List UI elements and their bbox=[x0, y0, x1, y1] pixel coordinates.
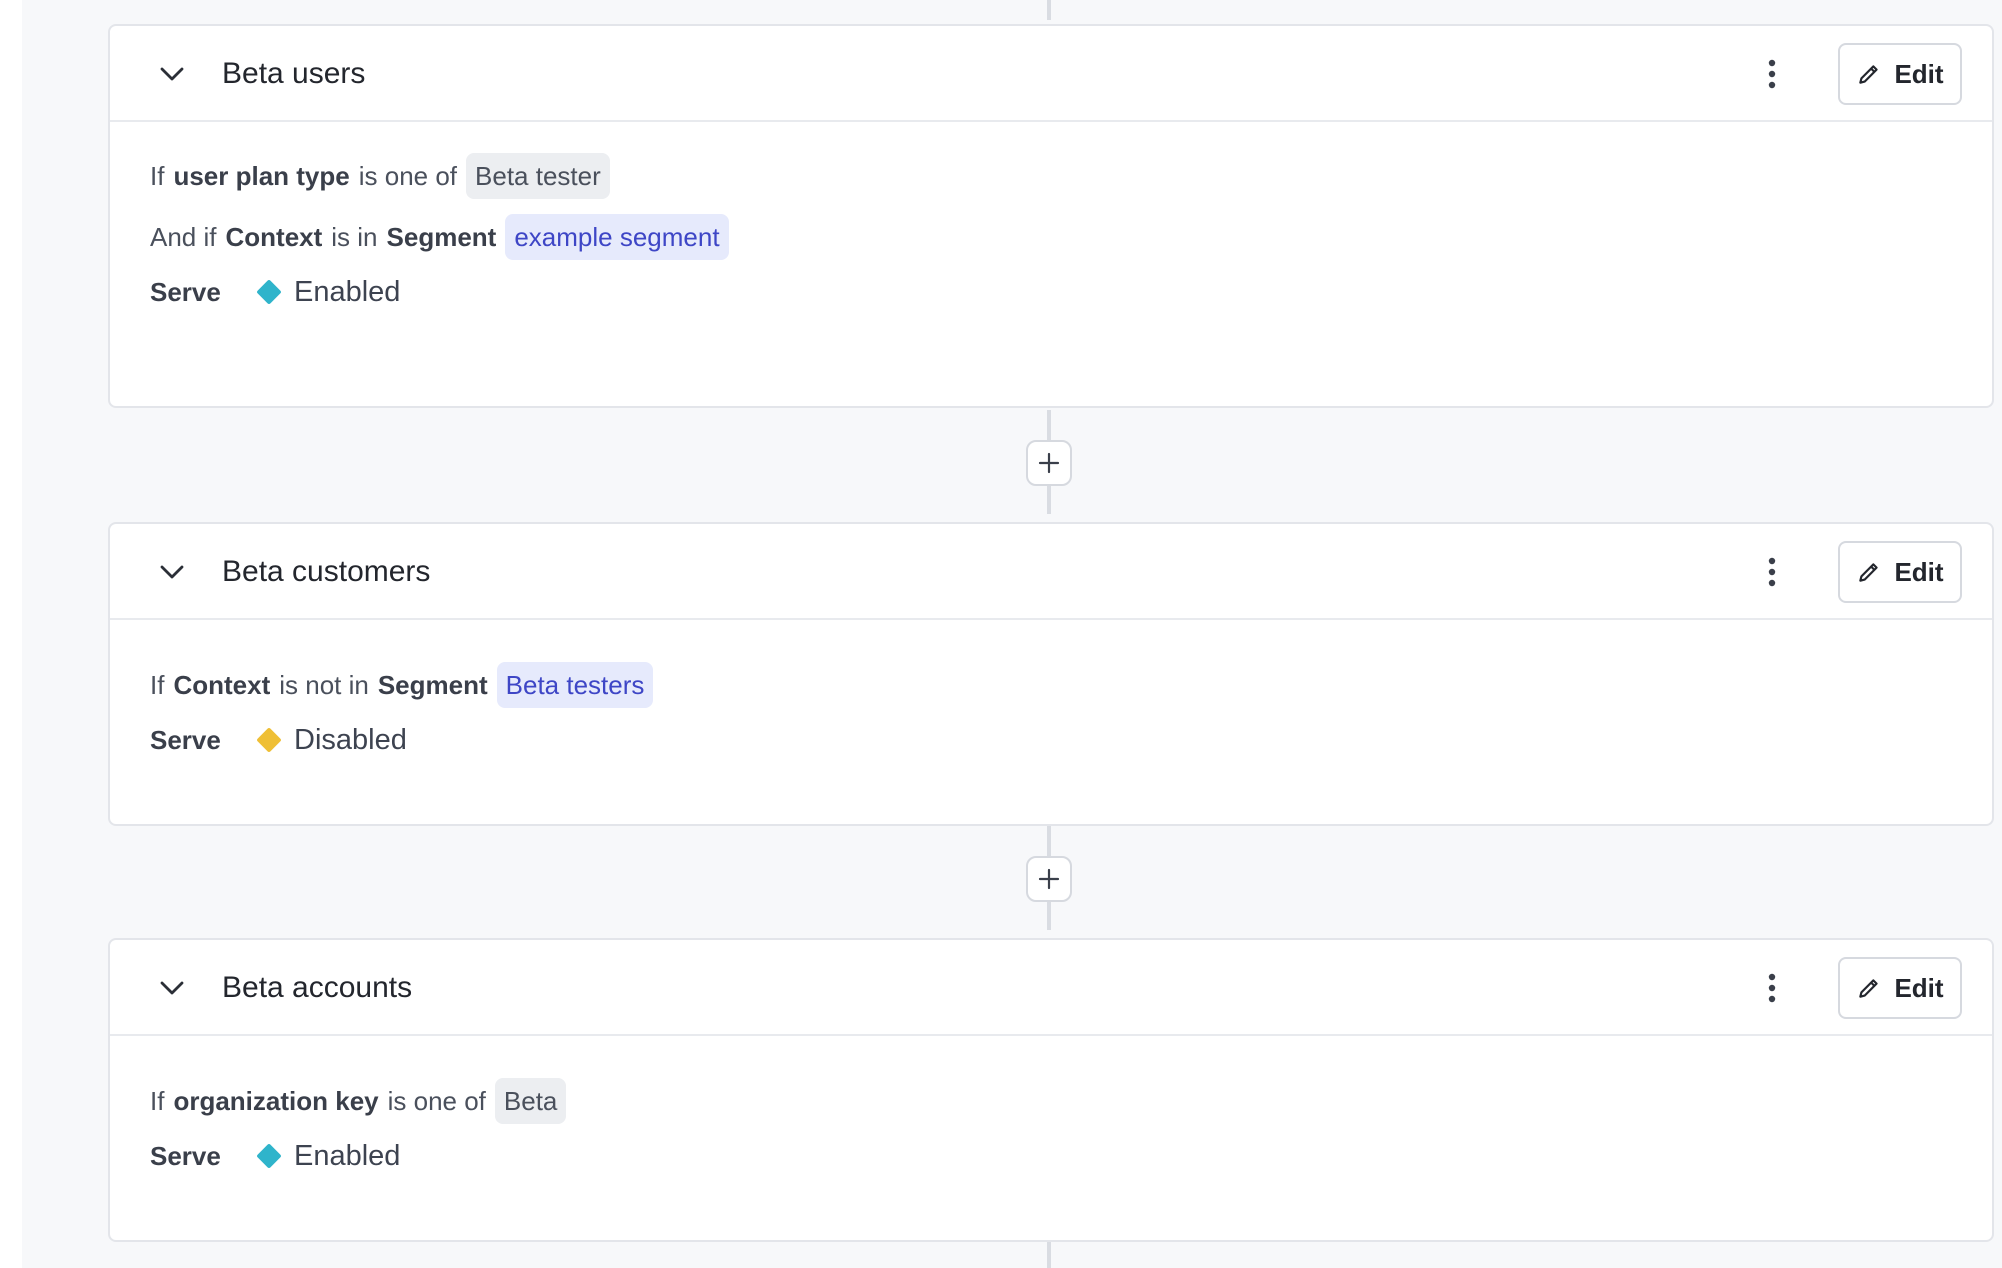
clause-operator: is not in bbox=[279, 669, 369, 700]
rule-card: Beta users Edit If user plan type is one… bbox=[108, 24, 1994, 408]
pencil-icon bbox=[1859, 65, 1879, 84]
edit-label: Edit bbox=[1894, 972, 1944, 1003]
chevron-down-icon[interactable] bbox=[156, 972, 188, 1004]
diamond-icon bbox=[256, 279, 282, 305]
serve-value: Enabled bbox=[294, 1139, 401, 1172]
clause-attribute: organization key bbox=[173, 1085, 379, 1116]
rule-card: Beta accounts Edit If organization key i… bbox=[108, 938, 1994, 1242]
clause-keyword: Segment bbox=[386, 221, 497, 252]
rule-clause: If user plan type is one of Beta tester bbox=[150, 152, 610, 200]
rules-canvas: Beta users Edit If user plan type is one… bbox=[22, 0, 2002, 1268]
plus-icon bbox=[1038, 868, 1060, 890]
chevron-down-icon[interactable] bbox=[156, 58, 188, 90]
clause-attribute: Context bbox=[225, 221, 323, 252]
rule-clause: If Context is not in Segment Beta tester… bbox=[150, 661, 654, 709]
clause-value-chip: Beta tester bbox=[466, 153, 610, 199]
connector-line bbox=[1047, 1242, 1051, 1268]
clause-operator: is in bbox=[331, 221, 378, 252]
edit-label: Edit bbox=[1894, 556, 1944, 587]
more-options-icon[interactable] bbox=[1750, 550, 1794, 594]
more-options-icon[interactable] bbox=[1750, 966, 1794, 1010]
clause-attribute: Context bbox=[173, 669, 271, 700]
diamond-icon bbox=[256, 727, 282, 753]
clause-value-chip: Beta bbox=[494, 1078, 567, 1124]
rule-clause: If organization key is one of Beta bbox=[150, 1077, 567, 1125]
serve-row: Serve Disabled bbox=[150, 716, 407, 764]
serve-value: Disabled bbox=[294, 723, 407, 756]
serve-value: Enabled bbox=[294, 275, 401, 308]
pencil-icon bbox=[1859, 979, 1879, 998]
clause-keyword: Segment bbox=[377, 669, 488, 700]
serve-label: Serve bbox=[150, 1140, 221, 1171]
edit-button[interactable]: Edit bbox=[1838, 541, 1962, 603]
serve-row: Serve Enabled bbox=[150, 1132, 400, 1180]
edit-button[interactable]: Edit bbox=[1838, 43, 1962, 105]
rule-clause: And if Context is in Segment example seg… bbox=[150, 213, 729, 261]
serve-label: Serve bbox=[150, 276, 221, 307]
rule-header: Beta accounts Edit bbox=[110, 940, 1992, 1036]
clause-operator: is one of bbox=[387, 1085, 486, 1116]
plus-icon bbox=[1038, 452, 1060, 474]
rule-title: Beta users bbox=[222, 57, 366, 90]
edit-label: Edit bbox=[1894, 58, 1944, 89]
add-rule-button[interactable] bbox=[1026, 856, 1072, 902]
segment-chip[interactable]: example segment bbox=[505, 214, 729, 260]
chevron-down-icon[interactable] bbox=[156, 556, 188, 588]
rule-title: Beta accounts bbox=[222, 971, 413, 1004]
serve-row: Serve Enabled bbox=[150, 268, 400, 316]
clause-attribute: user plan type bbox=[173, 160, 350, 191]
add-rule-button[interactable] bbox=[1026, 440, 1072, 486]
rule-header: Beta customers Edit bbox=[110, 524, 1992, 620]
serve-label: Serve bbox=[150, 724, 221, 755]
rule-header: Beta users Edit bbox=[110, 26, 1992, 122]
diamond-icon bbox=[256, 1143, 282, 1169]
rule-card: Beta customers Edit If Context is not in… bbox=[108, 522, 1994, 826]
edit-button[interactable]: Edit bbox=[1838, 957, 1962, 1019]
rule-title: Beta customers bbox=[222, 555, 431, 588]
more-options-icon[interactable] bbox=[1750, 52, 1794, 96]
pencil-icon bbox=[1859, 563, 1879, 582]
clause-operator: is one of bbox=[358, 160, 458, 191]
segment-chip[interactable]: Beta testers bbox=[496, 662, 654, 708]
connector-line bbox=[1047, 0, 1051, 20]
